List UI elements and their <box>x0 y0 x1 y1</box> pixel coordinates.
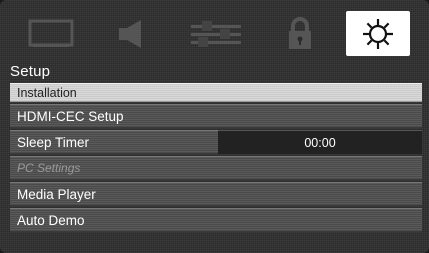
setup-menu-list: Installation HDMI-CEC Setup Sleep Timer … <box>10 83 422 234</box>
menu-item-label: Sleep Timer <box>17 134 90 150</box>
menu-item-sleep-timer[interactable]: Sleep Timer 00:00 <box>10 130 422 154</box>
menu-item-installation[interactable]: Installation <box>10 83 422 102</box>
menu-item-label: Installation <box>17 85 77 100</box>
tab-setup[interactable] <box>346 11 410 56</box>
menu-item-pc-settings: PC Settings <box>10 156 422 180</box>
sleep-timer-value: 00:00 <box>218 130 422 154</box>
menu-item-hdmi-cec-setup[interactable]: HDMI-CEC Setup <box>10 104 422 128</box>
menu-item-label: PC Settings <box>17 161 81 175</box>
tab-lock[interactable] <box>268 14 332 54</box>
equalizer-icon <box>191 21 241 47</box>
picture-icon <box>28 19 74 47</box>
menu-item-auto-demo[interactable]: Auto Demo <box>10 208 422 232</box>
tab-picture[interactable] <box>19 14 83 54</box>
lock-icon <box>289 17 311 49</box>
category-tab-bar <box>6 6 422 58</box>
audio-icon <box>119 20 141 48</box>
menu-item-label: Media Player <box>17 186 96 202</box>
menu-item-label: HDMI-CEC Setup <box>17 108 124 124</box>
tab-audio[interactable] <box>101 14 165 54</box>
tab-equalizer[interactable] <box>184 14 248 54</box>
menu-item-label: Auto Demo <box>17 212 85 228</box>
setup-screen: Setup Installation HDMI-CEC Setup Sleep … <box>0 0 429 253</box>
menu-title: Setup <box>10 63 51 80</box>
gear-icon <box>363 18 393 49</box>
menu-item-media-player[interactable]: Media Player <box>10 182 422 206</box>
